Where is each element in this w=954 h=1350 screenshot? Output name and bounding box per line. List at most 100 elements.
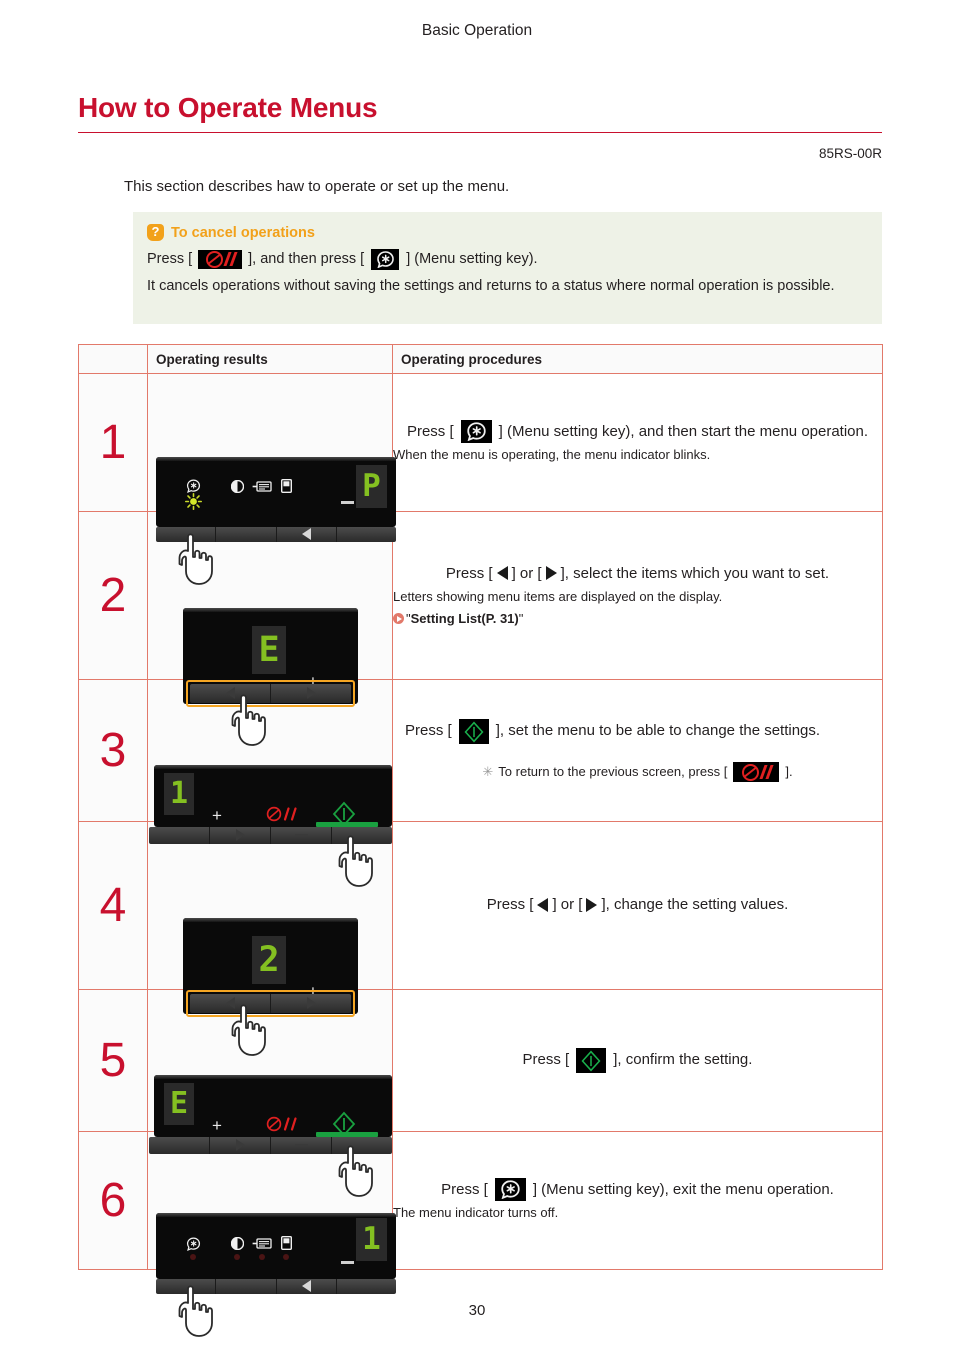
paper-jam-icon bbox=[252, 1237, 272, 1255]
menu-indicator-led-off bbox=[190, 1253, 196, 1260]
menu-setting-key-icon bbox=[371, 248, 400, 270]
seven-segment-display: 2 bbox=[252, 935, 286, 984]
toner-level-icon bbox=[230, 479, 245, 498]
panel-button-left[interactable] bbox=[277, 1278, 337, 1294]
arrow-right-icon bbox=[545, 566, 557, 580]
step-number: 6 bbox=[78, 1131, 148, 1270]
menu-indicator-icon bbox=[186, 1236, 201, 1256]
page-title: How to Operate Menus bbox=[78, 92, 378, 123]
running-head: Basic Operation bbox=[421, 22, 533, 39]
procedure-pre: Press [ bbox=[522, 1051, 570, 1069]
seven-segment-display: 1 bbox=[164, 772, 194, 815]
menu-key-glyph bbox=[376, 250, 394, 268]
cancel-operations-callout: To cancel operations Press [ ], and then… bbox=[133, 212, 882, 324]
step-procedure: Press [ ], set the menu to be able to ch… bbox=[392, 679, 883, 822]
paper-jam-led-off bbox=[259, 1253, 265, 1260]
display-dash-mark bbox=[341, 1260, 354, 1264]
document-page: Basic Operation How to Operate Menus 85R… bbox=[0, 0, 954, 1350]
step-number: 5 bbox=[78, 989, 148, 1132]
procedure-note-line: ✳ To return to the previous screen, pres… bbox=[393, 762, 882, 782]
procedure-post: ], change the setting values. bbox=[601, 896, 789, 914]
procedure-main-line: Press [ ] (Menu setting key), and then s… bbox=[393, 420, 882, 444]
asterisk-icon: ✳ bbox=[482, 764, 494, 780]
panel-button-blank-1[interactable] bbox=[149, 1136, 210, 1154]
header-num bbox=[78, 344, 148, 374]
step-procedure: Press [ ] or [ ], select the items which… bbox=[392, 511, 883, 680]
step-procedure: Press [ ] or [ ], change the setting val… bbox=[392, 821, 883, 990]
toner-led-off bbox=[234, 1253, 240, 1260]
callout-press-pre: Press [ bbox=[147, 251, 193, 267]
panel-button-right[interactable] bbox=[210, 826, 271, 844]
intro-paragraph: This section describes haw to operate or… bbox=[124, 178, 510, 195]
panel-button-blank-1[interactable] bbox=[149, 826, 210, 844]
printer-control-panel: E + bbox=[154, 1074, 392, 1137]
steps-table: Operating results Operating procedures 1 bbox=[78, 344, 883, 1337]
note-post: ]. bbox=[785, 764, 793, 780]
procedure-subtext: Letters showing menu items are displayed… bbox=[393, 589, 723, 605]
callout-header: To cancel operations bbox=[147, 223, 868, 241]
note-pre: To return to the previous screen, press … bbox=[498, 764, 728, 780]
panel-button-blank-2[interactable] bbox=[337, 527, 396, 542]
link-quote-close: " bbox=[518, 610, 524, 626]
panel-button-row bbox=[156, 526, 396, 542]
display-dash-mark bbox=[341, 500, 354, 504]
step-procedure: Press [ ] (Menu setting key), and then s… bbox=[392, 373, 883, 512]
table-row: 4 2 − + Press [] or [], change the set… bbox=[78, 821, 883, 1056]
highlight-frame bbox=[186, 679, 355, 707]
procedure-pre: Press [ bbox=[441, 1180, 488, 1198]
panel-button-blank-1[interactable] bbox=[216, 1278, 277, 1294]
seven-segment-display: E bbox=[252, 625, 286, 674]
plus-label: + bbox=[212, 805, 222, 825]
procedure-main-line: Press [ ] (Menu setting key), exit the m… bbox=[393, 1178, 882, 1202]
panel-button-right[interactable] bbox=[210, 1136, 271, 1154]
panel-button-row bbox=[149, 1136, 392, 1154]
stop-cancel-key-icon bbox=[733, 762, 780, 782]
plus-label: + bbox=[212, 1115, 222, 1135]
question-badge-icon bbox=[147, 223, 164, 241]
panel-button-menu[interactable] bbox=[156, 526, 217, 542]
paper-jam-icon bbox=[252, 480, 272, 498]
header-operating-results: Operating results bbox=[147, 344, 393, 374]
cross-reference-link[interactable]: " Setting List(P. 31) " bbox=[393, 609, 882, 629]
procedure-post: ], select the items which you want to se… bbox=[560, 564, 830, 582]
step-number: 3 bbox=[78, 679, 148, 822]
procedure-mid: ] or [ bbox=[511, 564, 542, 582]
procedure-pre: Press [ bbox=[406, 422, 454, 440]
title-rule bbox=[78, 132, 882, 134]
paper-tray-icon bbox=[280, 1235, 293, 1255]
callout-body-text: It cancels operations without saving the… bbox=[147, 278, 835, 295]
panel-button-blank-1[interactable] bbox=[216, 526, 277, 542]
panel-button-minus[interactable] bbox=[271, 826, 332, 844]
panel-button-menu[interactable] bbox=[156, 1278, 217, 1294]
stop-cancel-label-icon bbox=[266, 1116, 300, 1137]
printer-control-panel: 1 bbox=[156, 1212, 396, 1279]
ok-key-icon bbox=[458, 719, 489, 744]
procedure-main-line: Press [ ], set the menu to be able to ch… bbox=[393, 719, 882, 744]
printer-control-panel: P bbox=[156, 456, 396, 527]
page-number: 30 bbox=[468, 1302, 486, 1319]
document-code: 85RS-00R bbox=[818, 146, 882, 161]
procedure-mid: ] or [ bbox=[552, 896, 583, 914]
arrow-right-icon bbox=[586, 897, 598, 912]
link-label[interactable]: Setting List(P. 31) bbox=[411, 609, 519, 629]
procedure-post: ], set the menu to be able to change the… bbox=[495, 722, 821, 740]
stop-cancel-key-icon bbox=[198, 249, 243, 269]
menu-setting-key-icon bbox=[494, 1178, 526, 1202]
procedure-main-line: Press [ ] or [ ], change the setting val… bbox=[393, 894, 882, 917]
callout-press-mid: ], and then press [ bbox=[248, 251, 365, 267]
panel-button-ok[interactable] bbox=[332, 1137, 392, 1154]
table-header-row: Operating results Operating procedures bbox=[78, 344, 883, 374]
procedure-post: ], confirm the setting. bbox=[613, 1051, 753, 1069]
panel-button-left[interactable] bbox=[277, 526, 337, 542]
stop-cancel-label-icon bbox=[266, 806, 300, 827]
step-number: 2 bbox=[78, 511, 148, 680]
procedure-subtext: When the menu is operating, the menu ind… bbox=[393, 447, 711, 463]
callout-press-line: Press [ ], and then press [] (Menu sett… bbox=[147, 248, 868, 270]
ok-key-icon bbox=[576, 1048, 607, 1073]
procedure-post: ] (Menu setting key), and then start the… bbox=[498, 422, 869, 440]
panel-button-ok[interactable] bbox=[332, 827, 392, 844]
arrow-left-icon bbox=[496, 566, 508, 580]
step-illustration: P bbox=[147, 373, 396, 585]
panel-button-minus[interactable] bbox=[271, 1136, 332, 1154]
panel-button-blank-2[interactable] bbox=[337, 1279, 396, 1294]
